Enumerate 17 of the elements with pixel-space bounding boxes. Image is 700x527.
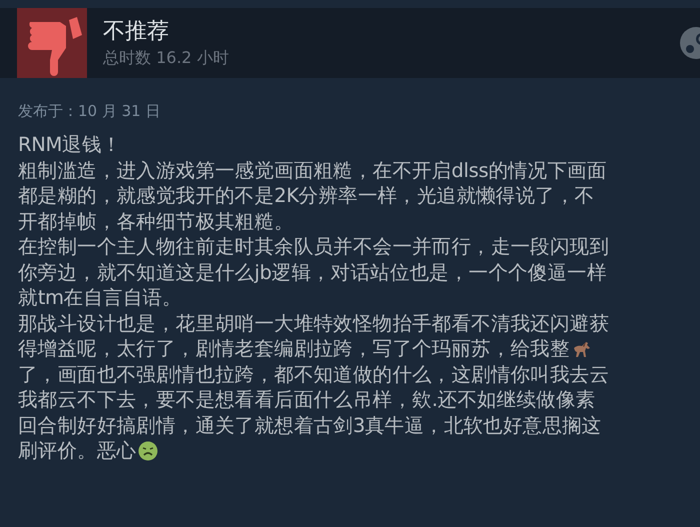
review-text: RNM退钱！ xyxy=(18,132,122,158)
review-text: 刷评价。恶心 xyxy=(18,438,136,464)
review-text: 在控制一个主人物往前走时其余队员并不会一并而行，走一段闪现到 xyxy=(18,234,610,260)
review-text: 那战斗设计也是，花里胡哨一大堆特效怪物抬手都看不清我还闪避获 xyxy=(18,310,610,336)
review-text: 开都掉帧，各种细节极其粗糙。 xyxy=(18,208,294,234)
review-text: 你旁边，就不知道这是什么jb逻辑，对话站位也是，一个个傻逼一样 xyxy=(18,260,606,285)
review-text: 了，画面也不强剧情也拉跨，都不知道做的什么，这剧情你叫我去云 xyxy=(18,362,610,387)
review-text: 得增益呢，太行了，剧情老套编剧拉跨，写了个玛丽苏，给我整 xyxy=(18,336,570,362)
playtime-text: 总时数 16.2 小时 xyxy=(103,48,230,68)
posted-date: 发布于：10 月 31 日 xyxy=(18,102,162,120)
review-text: 回合制好好搞剧情，通关了就想着古剑3真牛逼，北软也好意思搁这 xyxy=(18,412,602,438)
review-text: 就tm在自言自语。 xyxy=(18,285,182,310)
sick-face-icon xyxy=(138,440,158,461)
review-text: 都是糊的，就感觉我开的不是2K分辨率一样，光追就懒得说了，不 xyxy=(18,183,594,208)
review-verdict: 不推荐 xyxy=(103,18,170,46)
review-text: 粗制滥造，进入游戏第一感觉画面粗糙，在不开启dlss的情况下画面 xyxy=(18,158,607,183)
review-text: 我都云不下去，要不是想看看后面什么吊样，欸.还不如继续做像素 xyxy=(18,387,596,412)
